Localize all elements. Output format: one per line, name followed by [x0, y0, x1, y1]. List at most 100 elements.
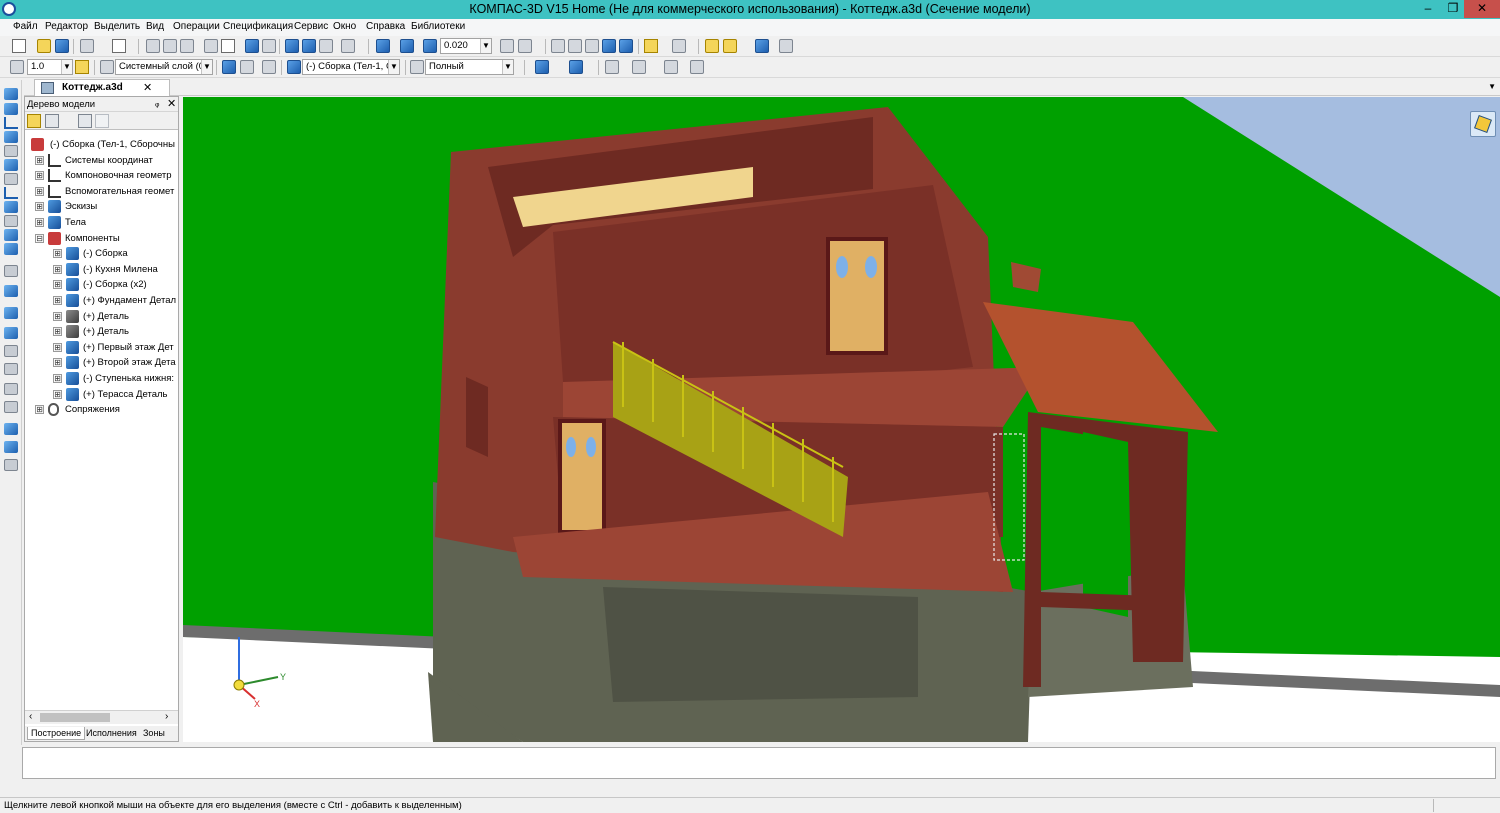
tree-node[interactable]: ⊞ (+) Деталь: [53, 324, 178, 339]
insert-component-icon[interactable]: [723, 39, 737, 53]
tree-root-assembly[interactable]: (-) Сборка (Тел-1, Сборочны: [28, 137, 178, 152]
redo-icon[interactable]: [262, 39, 276, 53]
report-icon[interactable]: [4, 345, 18, 357]
check-icon[interactable]: [4, 401, 18, 413]
scroll-thumb[interactable]: [40, 713, 110, 722]
expand-icon[interactable]: ⊞: [53, 312, 62, 321]
model-viewport[interactable]: Y X: [183, 97, 1500, 742]
properties-edit-icon[interactable]: [262, 60, 276, 74]
lighting-icon[interactable]: [605, 60, 619, 74]
tree-node[interactable]: ⊞ Вспомогательная геомет: [35, 184, 178, 199]
selection-mode-icon[interactable]: [672, 39, 686, 53]
texture-icon[interactable]: [664, 60, 678, 74]
more-tools-icon[interactable]: [779, 39, 793, 53]
expand-icon[interactable]: ⊞: [53, 296, 62, 305]
surface-icon[interactable]: [4, 229, 18, 241]
tree-node[interactable]: ⊞ Тела: [35, 215, 178, 230]
scroll-right-icon[interactable]: ›: [165, 711, 168, 722]
menu-libraries[interactable]: Библиотеки: [411, 21, 465, 32]
properties-icon[interactable]: [221, 39, 235, 53]
wireframe-icon[interactable]: [551, 39, 565, 53]
tree-filter-icon[interactable]: [78, 114, 92, 128]
tree-node[interactable]: ⊞ Эскизы: [35, 199, 178, 214]
halftone-icon[interactable]: [602, 39, 616, 53]
filter-selection-icon[interactable]: [644, 39, 658, 53]
zoom-all-icon[interactable]: [400, 39, 414, 53]
axis-icon[interactable]: [4, 187, 18, 199]
expand-icon[interactable]: ⊞: [53, 358, 62, 367]
save-icon[interactable]: [55, 39, 69, 53]
expand-icon[interactable]: ⊞: [53, 249, 62, 258]
menu-specification[interactable]: Спецификация: [223, 21, 293, 32]
tab-cottage-document[interactable]: Коттедж.a3d ✕: [34, 79, 170, 96]
sketch-icon[interactable]: [4, 117, 18, 129]
pan-icon[interactable]: [518, 39, 532, 53]
display-mode-icon[interactable]: [410, 60, 424, 74]
tree-node[interactable]: ⊞ (-) Кухня Милена: [53, 262, 178, 277]
expand-icon[interactable]: ⊞: [35, 187, 44, 196]
expand-icon[interactable]: ⊞: [53, 374, 62, 383]
expand-icon[interactable]: ⊞: [35, 405, 44, 414]
chamfer-icon[interactable]: [4, 173, 18, 185]
menu-help[interactable]: Справка: [366, 21, 405, 32]
step-combo[interactable]: 1.0 ▼: [27, 59, 73, 75]
chevron-down-icon[interactable]: ▼: [480, 39, 491, 53]
display-mode-combo[interactable]: Полный ▼: [425, 59, 514, 75]
close-window-button[interactable]: ✕: [1464, 0, 1500, 18]
tree-node[interactable]: ⊞ Сопряжения: [35, 402, 178, 417]
tree-structure-icon[interactable]: [45, 114, 59, 128]
tree-node[interactable]: ⊞ Системы координат: [35, 153, 178, 168]
tab-zones[interactable]: Зоны: [140, 727, 168, 739]
zoom-scale-combo[interactable]: 0.020 ▼: [440, 38, 492, 54]
extrude-icon[interactable]: [4, 103, 18, 115]
expand-icon[interactable]: ⊞: [35, 218, 44, 227]
undo-icon[interactable]: [245, 39, 259, 53]
tree-node[interactable]: ⊞ (-) Сборка (x2): [53, 277, 178, 292]
assembly-icon[interactable]: [287, 60, 301, 74]
menu-view[interactable]: Вид: [146, 21, 164, 32]
tree-horizontal-scrollbar[interactable]: ‹ ›: [25, 710, 178, 724]
new-document-icon[interactable]: [12, 39, 26, 53]
tabs-menu-icon[interactable]: ▼: [1488, 82, 1496, 91]
manager-icon[interactable]: [285, 39, 299, 53]
rotation-icon[interactable]: [4, 131, 18, 143]
scroll-left-icon[interactable]: ‹: [29, 711, 32, 722]
help-pointer-icon[interactable]: [341, 39, 355, 53]
tree-node[interactable]: ⊞ (-) Сборка: [53, 246, 178, 261]
menu-window[interactable]: Окно: [333, 21, 356, 32]
chevron-down-icon[interactable]: ▼: [502, 60, 513, 74]
print-icon[interactable]: [80, 39, 94, 53]
measure-icon[interactable]: [4, 215, 18, 227]
section-view-icon[interactable]: [755, 39, 769, 53]
expand-icon[interactable]: ⊞: [35, 156, 44, 165]
tree-node[interactable]: ⊞ (+) Фундамент Детал: [53, 293, 178, 308]
maximize-button[interactable]: ❐: [1442, 0, 1464, 18]
expand-icon[interactable]: ⊞: [35, 202, 44, 211]
fx-icon[interactable]: [319, 39, 333, 53]
zoom-icon[interactable]: [423, 39, 437, 53]
menu-select[interactable]: Выделить: [94, 21, 140, 32]
properties-command-panel[interactable]: [22, 747, 1496, 779]
expand-icon[interactable]: ⊞: [35, 171, 44, 180]
edit-icon[interactable]: [4, 88, 18, 100]
material-icon[interactable]: [535, 60, 549, 74]
tree-node[interactable]: ⊞ Компоновочная геометр: [35, 168, 178, 183]
collapse-icon[interactable]: ⊟: [35, 234, 44, 243]
shadow-icon[interactable]: [632, 60, 646, 74]
layer-combo[interactable]: Системный слой (0) ▼: [115, 59, 213, 75]
tree-node[interactable]: ⊞ (+) Первый этаж Дет: [53, 340, 178, 355]
sheet-metal-icon[interactable]: [4, 423, 18, 435]
plane-icon[interactable]: [4, 201, 18, 213]
pin-icon[interactable]: ᵩ: [155, 98, 159, 109]
tree-node[interactable]: ⊞ (+) Деталь: [53, 309, 178, 324]
diagnostics-icon[interactable]: [4, 265, 18, 277]
minimize-button[interactable]: ‒: [1414, 0, 1442, 18]
preview-icon[interactable]: [112, 39, 126, 53]
chevron-down-icon[interactable]: ▼: [388, 60, 399, 74]
elements-icon[interactable]: [4, 441, 18, 453]
library-icon[interactable]: [4, 285, 18, 297]
copy-icon[interactable]: [163, 39, 177, 53]
expand-icon[interactable]: ⊞: [53, 327, 62, 336]
expand-icon[interactable]: ⊞: [53, 265, 62, 274]
expand-icon[interactable]: ⊞: [53, 390, 62, 399]
